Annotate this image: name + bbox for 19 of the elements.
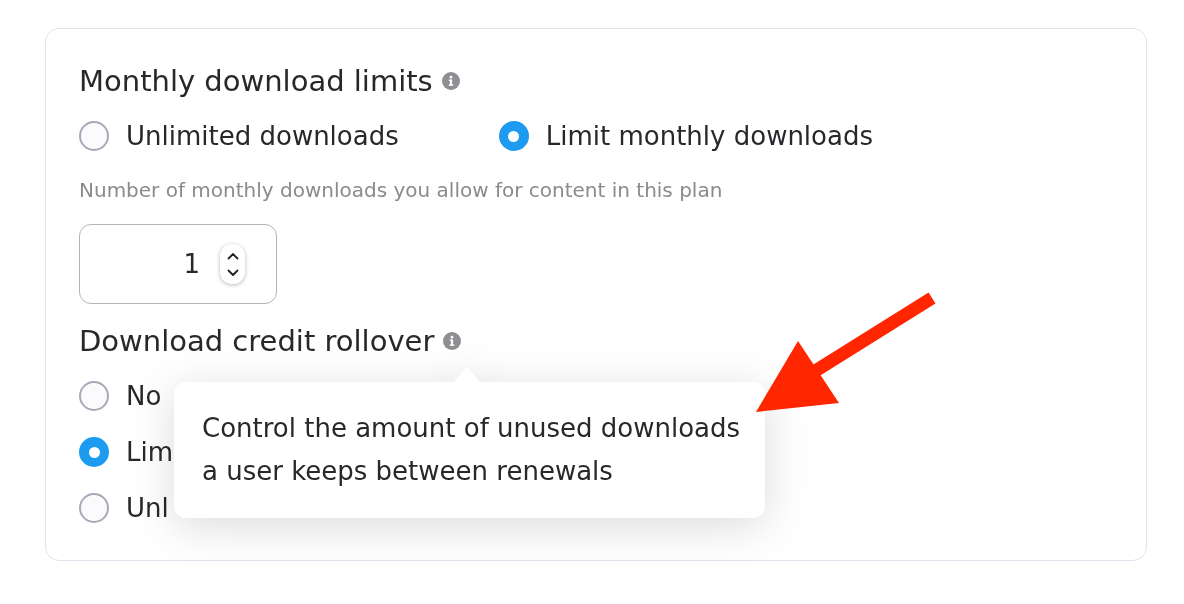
radio-button[interactable] (79, 381, 109, 411)
option-label[interactable]: Lim (126, 435, 174, 469)
section-heading: Download credit rollover (79, 324, 435, 358)
info-icon[interactable] (443, 332, 462, 350)
tooltip-text: Control the amount of unused downloads a user keeps between renewals (202, 412, 742, 488)
chevron-up-icon[interactable] (226, 251, 239, 260)
option-label[interactable]: Unlimited downloads (126, 119, 399, 153)
info-icon[interactable] (441, 72, 460, 90)
option-label[interactable]: Unl (126, 491, 169, 525)
radio-button[interactable] (79, 437, 109, 467)
chevron-down-icon[interactable] (226, 268, 239, 277)
number-field[interactable]: 1 (79, 224, 277, 304)
radio-button[interactable] (79, 121, 109, 151)
option-label[interactable]: No (126, 379, 162, 413)
radio-button[interactable] (79, 493, 109, 523)
radio-button[interactable] (498, 121, 529, 151)
field-hint: Number of monthly downloads you allow for content in this plan (79, 178, 724, 202)
section-heading: Monthly download limits (79, 64, 433, 98)
option-label[interactable]: Limit monthly downloads (545, 119, 873, 153)
